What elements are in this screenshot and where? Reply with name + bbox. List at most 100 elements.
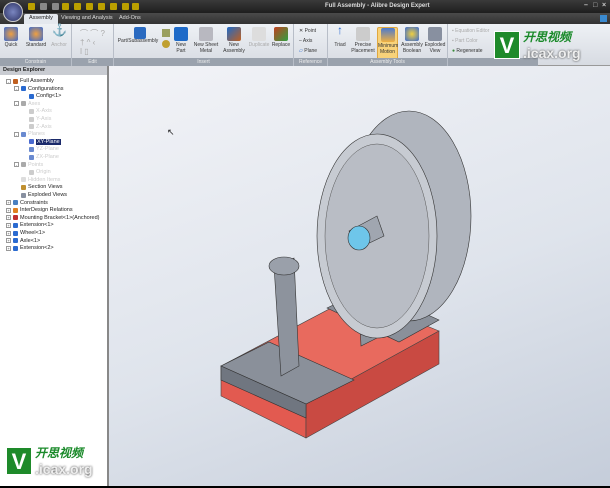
tree-node[interactable]: - Configurations — [14, 86, 63, 92]
tree-node[interactable]: Y-Axis — [22, 116, 51, 122]
label: Anchor — [51, 42, 67, 48]
node-icon — [21, 192, 26, 198]
3d-viewport[interactable]: ↖ — [109, 66, 610, 486]
close-button[interactable]: × — [602, 2, 606, 9]
quick-button[interactable]: Quick — [4, 27, 18, 48]
tree-node[interactable]: Hidden Items — [14, 177, 60, 183]
node-icon — [29, 146, 34, 152]
tab-add-ons[interactable]: Add-Ons — [114, 14, 146, 24]
tree-node[interactable]: Exploded Views — [14, 192, 67, 198]
expand-icon[interactable]: + — [6, 215, 11, 221]
watermark-text: 开思视频 — [523, 30, 572, 44]
tree-node-label: Hidden Items — [28, 176, 61, 183]
tree-node[interactable]: Section Views — [14, 184, 62, 190]
tree-node[interactable]: + Mounting Bracket<1>(Anchored) — [6, 215, 100, 221]
expand-icon[interactable]: + — [6, 222, 11, 228]
collapse-icon[interactable]: - — [14, 162, 19, 168]
tree-node[interactable]: - Planes — [14, 131, 45, 137]
duplicate-icon — [252, 27, 266, 41]
tree-node-label: Z-Axis — [36, 123, 52, 130]
tree-node-label: InterDesign Relations — [20, 207, 73, 214]
equation-editor-button[interactable]: ▪ Equation Editor — [452, 28, 489, 34]
group-label: Constrain — [0, 58, 71, 66]
standard-button[interactable]: Standard — [24, 27, 48, 48]
expand-icon[interactable]: + — [6, 200, 11, 206]
expand-icon[interactable]: + — [6, 245, 11, 251]
triad-button[interactable]: ↑ Triad — [332, 23, 348, 48]
group-label: Insert — [114, 58, 293, 66]
tree-node[interactable]: + Constraints — [6, 200, 48, 206]
duplicate-button[interactable]: Duplicate — [248, 27, 270, 48]
quick-access-icon[interactable] — [74, 3, 81, 10]
tree-node[interactable]: + Wheel<1> — [6, 230, 45, 236]
maximize-button[interactable]: □ — [593, 2, 597, 9]
tree-node[interactable]: Origin — [22, 169, 51, 175]
axis-button[interactable]: – Axis — [299, 38, 312, 44]
collapse-icon[interactable]: - — [14, 131, 19, 137]
sheet-metal-icon — [199, 27, 213, 41]
label: Equation Editor — [455, 28, 490, 34]
node-icon — [29, 169, 34, 175]
new-part-icon — [174, 27, 188, 41]
tree-node[interactable]: + Extension<2> — [6, 245, 54, 251]
edit-tool-icon[interactable]: ǀ ▯ — [80, 47, 89, 56]
small-insert-icon[interactable] — [162, 40, 170, 48]
new-assembly-button[interactable]: New Assembly — [222, 27, 246, 54]
quick-access-icon[interactable] — [86, 3, 93, 10]
help-icon[interactable] — [600, 15, 607, 22]
expand-icon[interactable]: + — [6, 238, 11, 244]
title-bar: Full Assembly - Alibre Design Expert – □… — [0, 0, 610, 13]
watermark-bottom: V 开思视频 .icax.org — [6, 444, 93, 477]
collapse-icon[interactable]: - — [14, 86, 19, 92]
anchor-button[interactable]: ⚓ Anchor — [50, 24, 68, 48]
triad-icon: ↑ — [337, 23, 343, 37]
tree-node[interactable]: - Axes — [14, 101, 40, 107]
tree-node-label: Extension<2> — [20, 245, 54, 252]
standard-icon — [29, 27, 43, 41]
tree-node[interactable]: Z-Axis — [22, 124, 52, 130]
replace-button[interactable]: Replace — [270, 27, 292, 48]
precise-placement-button[interactable]: Precise Placement — [350, 27, 376, 54]
tree-node[interactable]: - Full Assembly — [6, 78, 54, 84]
tree-node[interactable]: Config<1> — [22, 93, 61, 99]
minimize-button[interactable]: – — [584, 2, 588, 9]
quick-access-icon[interactable] — [28, 3, 35, 10]
quick-access-icon[interactable] — [122, 3, 129, 10]
node-icon — [13, 238, 18, 244]
point-button[interactable]: ✕ Point — [299, 28, 316, 34]
small-insert-icon[interactable] — [162, 29, 170, 37]
plane-button[interactable]: ▱ Plane — [299, 48, 317, 54]
assembly-boolean-button[interactable]: Assembly Boolean — [400, 27, 424, 54]
tree-node[interactable]: + Axle<1> — [6, 238, 40, 244]
application-menu-button[interactable] — [3, 2, 23, 22]
part-color-button[interactable]: ▪ Part Color — [452, 38, 478, 44]
tree-node[interactable]: XY-Plane — [22, 138, 61, 145]
edit-tool-icon[interactable]: † ^ ‹ — [80, 38, 95, 47]
expand-icon[interactable]: + — [6, 230, 11, 236]
new-part-button[interactable]: New Part — [174, 27, 188, 54]
tree-node-label: Points — [28, 161, 44, 168]
collapse-icon[interactable]: - — [6, 78, 11, 84]
new-sheet-metal-button[interactable]: New Sheet Metal — [192, 27, 220, 54]
quick-access-icon[interactable] — [40, 3, 47, 10]
collapse-icon[interactable]: - — [14, 101, 19, 107]
quick-access-icon[interactable] — [132, 3, 139, 10]
exploded-view-button[interactable]: Exploded View — [424, 27, 446, 54]
quick-access-icon[interactable] — [62, 3, 69, 10]
tree-node[interactable]: YZ-Plane — [22, 146, 59, 152]
precise-placement-icon — [356, 27, 370, 41]
quick-access-icon[interactable] — [98, 3, 105, 10]
quick-access-icon[interactable] — [52, 3, 59, 10]
group-label: Assembly Tools — [328, 58, 447, 66]
tree-node[interactable]: + Extension<1> — [6, 222, 54, 228]
watermark-top: V 开思视频 .icax.org — [494, 28, 581, 61]
regenerate-button[interactable]: ● Regenerate — [452, 48, 483, 54]
quick-access-icon[interactable] — [110, 3, 117, 10]
tree-node-label: Axle<1> — [20, 237, 41, 244]
tree-node[interactable]: + InterDesign Relations — [6, 207, 73, 213]
tree-node[interactable]: - Points — [14, 162, 43, 168]
tree-node[interactable]: ZX-Plane — [22, 154, 59, 160]
tree-node-label: Y-Axis — [36, 116, 52, 122]
expand-icon[interactable]: + — [6, 207, 11, 213]
tree-node[interactable]: X-Axis — [22, 108, 52, 114]
